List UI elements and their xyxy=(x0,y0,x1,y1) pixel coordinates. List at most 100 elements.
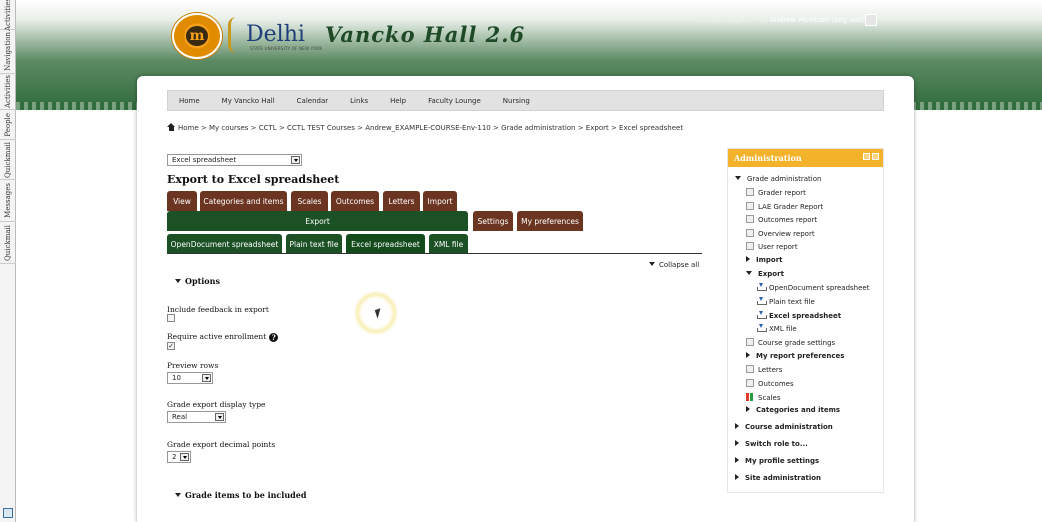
tree-label[interactable]: Letters xyxy=(758,366,782,374)
dock-item-messages[interactable]: Messages xyxy=(0,180,16,222)
tab-categories-items[interactable]: Categories and items xyxy=(200,191,287,211)
admin-grade-administration[interactable]: Grade administration xyxy=(735,175,821,183)
dock-item-navigation[interactable]: Navigation xyxy=(0,30,16,74)
admin-grader-report[interactable]: Grader report xyxy=(746,188,806,197)
options-section-header[interactable]: Options xyxy=(175,276,220,286)
dock-item-activities-2[interactable]: Activities xyxy=(0,74,16,110)
tab-settings[interactable]: Settings xyxy=(473,211,513,231)
tab-plain-text[interactable]: Plain text file xyxy=(286,234,342,254)
tree-label[interactable]: Grade administration xyxy=(747,175,821,183)
admin-export-xml[interactable]: XML file xyxy=(757,324,797,333)
admin-lae-grader-report[interactable]: LAE Grader Report xyxy=(746,202,823,211)
include-feedback-label: Include feedback in export xyxy=(167,305,269,314)
display-type-select[interactable]: Real xyxy=(167,411,226,423)
tree-label[interactable]: Outcomes xyxy=(758,380,794,388)
site-title[interactable]: Vancko Hall 2.6 xyxy=(325,22,525,47)
tree-label[interactable]: Import xyxy=(756,256,783,264)
tree-label[interactable]: Export xyxy=(758,270,784,278)
home-icon[interactable] xyxy=(167,123,176,131)
tab-opendocument[interactable]: OpenDocument spreadsheet xyxy=(167,234,282,254)
nav-my-vancko-hall[interactable]: My Vancko Hall xyxy=(211,97,286,105)
require-active-checkbox[interactable]: ✓ xyxy=(167,342,175,350)
tree-label[interactable]: Categories and items xyxy=(756,406,840,414)
collapse-all-link[interactable]: Collapse all xyxy=(649,261,699,269)
nav-links[interactable]: Links xyxy=(339,97,379,105)
nav-faculty-lounge[interactable]: Faculty Lounge xyxy=(417,97,492,105)
admin-switch-role[interactable]: Switch role to... xyxy=(735,440,808,448)
collapse-all-label[interactable]: Collapse all xyxy=(659,261,699,269)
admin-profile-settings[interactable]: My profile settings xyxy=(735,457,819,465)
tab-import[interactable]: Import xyxy=(423,191,457,211)
tree-label[interactable]: Overview report xyxy=(758,230,815,238)
tree-label[interactable]: Grader report xyxy=(758,189,806,197)
admin-export[interactable]: Export xyxy=(746,270,784,278)
admin-export-ods[interactable]: OpenDocument spreadsheet xyxy=(757,283,869,292)
decimal-points-select[interactable]: 2 xyxy=(167,451,191,463)
tree-label[interactable]: OpenDocument spreadsheet xyxy=(769,284,869,292)
tab-outcomes[interactable]: Outcomes xyxy=(331,191,379,211)
tree-label[interactable]: Plain text file xyxy=(769,298,815,306)
admin-outcomes-report[interactable]: Outcomes report xyxy=(746,215,817,224)
admin-categories-items[interactable]: Categories and items xyxy=(746,406,840,414)
admin-course-grade-settings[interactable]: Course grade settings xyxy=(746,338,835,347)
tree-label[interactable]: My report preferences xyxy=(756,352,844,360)
tree-label[interactable]: LAE Grader Report xyxy=(758,203,823,211)
user-name-link[interactable]: Andrew Mcintosh xyxy=(770,16,830,24)
logout-link[interactable]: (Log out) xyxy=(832,16,864,24)
admin-course-administration[interactable]: Course administration xyxy=(735,423,833,431)
tab-excel-spreadsheet[interactable]: Excel spreadsheet xyxy=(346,234,425,254)
report-jump-select[interactable]: Excel spreadsheet xyxy=(167,154,302,166)
dock-item-quickmail-2[interactable]: Quickmail xyxy=(0,222,16,264)
tree-label[interactable]: Switch role to... xyxy=(745,440,808,448)
nav-home[interactable]: Home xyxy=(168,97,211,105)
breadcrumb-text[interactable]: Home > My courses > CCTL > CCTL TEST Cou… xyxy=(178,124,683,132)
nav-help[interactable]: Help xyxy=(379,97,417,105)
admin-letters[interactable]: Letters xyxy=(746,365,782,374)
tab-my-preferences[interactable]: My preferences xyxy=(517,211,583,231)
chevron-down-icon[interactable] xyxy=(180,453,189,461)
tab-letters[interactable]: Letters xyxy=(383,191,420,211)
moodle-powered-logo: m xyxy=(172,13,222,59)
grade-items-section-header[interactable]: Grade items to be included xyxy=(175,490,306,500)
tree-label[interactable]: Course grade settings xyxy=(758,339,835,347)
dock-item-activities[interactable]: Activities xyxy=(0,0,16,31)
tree-label[interactable]: Outcomes report xyxy=(758,216,817,224)
tree-label[interactable]: My profile settings xyxy=(745,457,819,465)
tab-xml-file[interactable]: XML file xyxy=(429,234,468,254)
avatar[interactable] xyxy=(865,14,877,26)
hide-block-icon[interactable] xyxy=(872,153,879,160)
admin-export-xls[interactable]: Excel spreadsheet xyxy=(757,311,841,320)
chevron-down-icon[interactable] xyxy=(202,374,211,382)
breadcrumb[interactable]: Home > My courses > CCTL > CCTL TEST Cou… xyxy=(167,123,683,132)
tree-label[interactable]: Course administration xyxy=(745,423,833,431)
require-active-label: Require active enrollment? xyxy=(167,332,279,342)
tab-export[interactable]: Export xyxy=(167,211,468,231)
dock-toggle-icon[interactable] xyxy=(3,508,13,518)
admin-user-report[interactable]: User report xyxy=(746,242,798,251)
tree-label[interactable]: Site administration xyxy=(745,474,821,482)
tab-scales[interactable]: Scales xyxy=(291,191,328,211)
dock-item-people[interactable]: People xyxy=(0,110,16,140)
dock-item-quickmail[interactable]: Quickmail xyxy=(0,140,16,180)
chevron-down-icon[interactable] xyxy=(291,156,300,164)
tree-label[interactable]: XML file xyxy=(769,325,797,333)
tree-label[interactable]: Scales xyxy=(758,394,780,402)
nav-nursing[interactable]: Nursing xyxy=(492,97,541,105)
chevron-down-icon[interactable] xyxy=(215,413,224,421)
admin-site-administration[interactable]: Site administration xyxy=(735,474,821,482)
preview-rows-select[interactable]: 10 xyxy=(167,372,213,384)
tab-view[interactable]: View xyxy=(167,191,197,211)
tree-label[interactable]: User report xyxy=(758,243,798,251)
admin-import[interactable]: Import xyxy=(746,256,783,264)
admin-report-preferences[interactable]: My report preferences xyxy=(746,352,844,360)
tree-label[interactable]: Excel spreadsheet xyxy=(769,312,841,320)
admin-outcomes[interactable]: Outcomes xyxy=(746,379,794,388)
admin-scales[interactable]: Scales xyxy=(746,393,780,402)
admin-overview-report[interactable]: Overview report xyxy=(746,229,815,238)
admin-export-txt[interactable]: Plain text file xyxy=(757,297,815,306)
dock-block-icon[interactable] xyxy=(863,153,870,160)
triangle-down-icon xyxy=(649,262,655,266)
help-icon[interactable]: ? xyxy=(269,333,279,342)
nav-calendar[interactable]: Calendar xyxy=(286,97,339,105)
include-feedback-checkbox[interactable] xyxy=(167,314,175,322)
